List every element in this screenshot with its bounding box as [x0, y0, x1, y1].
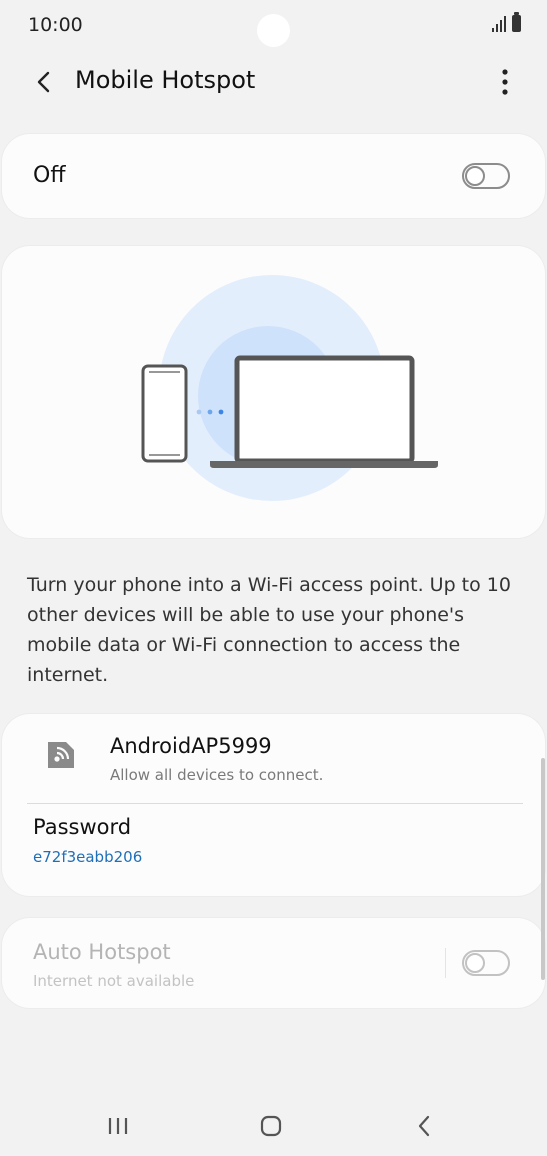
- home-button[interactable]: [241, 1106, 301, 1146]
- auto-hotspot-subtitle: Internet not available: [33, 972, 195, 990]
- illustration-card: [2, 246, 545, 538]
- back-button[interactable]: [24, 62, 64, 102]
- auto-hotspot-switch-knob: [465, 953, 485, 973]
- system-back-icon: [418, 1115, 430, 1137]
- status-bar: 10:00: [0, 0, 547, 52]
- scrollbar[interactable]: [541, 758, 545, 980]
- hotspot-toggle-label: Off: [33, 163, 66, 188]
- connection-dots-icon: [196, 409, 224, 415]
- app-header: Mobile Hotspot: [0, 52, 547, 112]
- password-label: Password: [33, 815, 132, 839]
- signal-icon: [492, 14, 506, 32]
- auto-hotspot-title: Auto Hotspot: [33, 940, 171, 964]
- hotspot-illustration: [141, 275, 438, 501]
- home-icon: [260, 1115, 282, 1137]
- mobile-hotspot-screen: 10:00 Mobile Hotspot Off Turn your phone…: [0, 0, 547, 1156]
- status-icons: [492, 12, 521, 32]
- password-value: e72f3eabb206: [33, 848, 143, 866]
- recent-apps-icon: [108, 1118, 128, 1134]
- network-subtitle: Allow all devices to connect.: [110, 766, 324, 784]
- network-divider: [27, 803, 523, 804]
- recent-apps-button[interactable]: [88, 1106, 148, 1146]
- navigation-bar: [0, 1098, 547, 1156]
- page-title: Mobile Hotspot: [75, 66, 256, 94]
- status-time: 10:00: [28, 14, 83, 36]
- network-card: AndroidAP5999 Allow all devices to conne…: [2, 714, 545, 896]
- auto-hotspot-switch: [462, 950, 510, 976]
- network-name-row[interactable]: AndroidAP5999 Allow all devices to conne…: [2, 714, 545, 804]
- password-row[interactable]: Password e72f3eabb206: [2, 805, 545, 895]
- auto-hotspot-card: Auto Hotspot Internet not available: [2, 918, 545, 1008]
- phone-illustration-icon: [141, 364, 188, 463]
- network-name: AndroidAP5999: [110, 734, 272, 758]
- more-options-button[interactable]: [487, 62, 523, 102]
- laptop-illustration-icon: [210, 355, 438, 468]
- hotspot-switch-knob: [465, 166, 485, 186]
- camera-cutout: [257, 14, 290, 47]
- system-back-button[interactable]: [394, 1106, 454, 1146]
- hotspot-description: Turn your phone into a Wi-Fi access poin…: [27, 574, 511, 686]
- hotspot-toggle-card[interactable]: Off: [2, 134, 545, 218]
- hotspot-switch[interactable]: [462, 163, 510, 189]
- back-arrow-icon: [37, 71, 50, 93]
- battery-icon: [512, 12, 521, 32]
- wifi-hotspot-icon: [48, 742, 74, 768]
- auto-hotspot-separator: [445, 948, 446, 978]
- more-options-icon: [502, 69, 508, 95]
